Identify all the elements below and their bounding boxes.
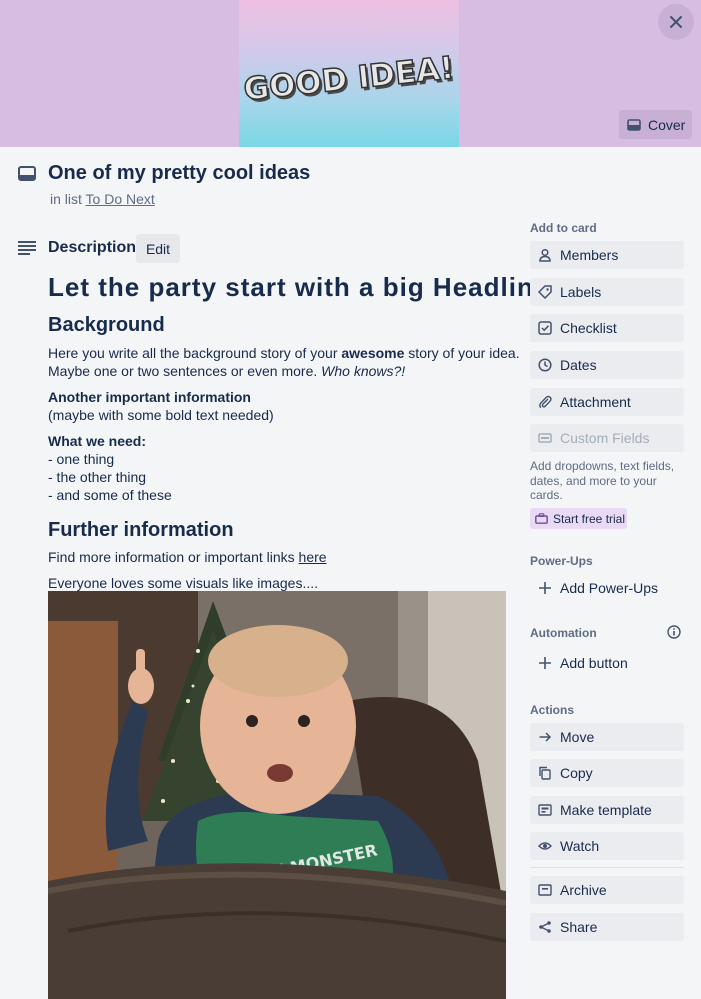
paperclip-icon — [539, 395, 552, 409]
share-label: Share — [560, 919, 598, 935]
description-heading: Description — [48, 239, 137, 256]
need-heading: What we need: — [48, 433, 147, 449]
move-label: Move — [560, 729, 595, 745]
info-icon[interactable] — [667, 625, 681, 639]
description-headline: Let the party start with a big Headline! — [48, 272, 559, 302]
further-text: Find more information or important links — [48, 549, 299, 565]
card-title[interactable]: One of my pretty cool ideas — [48, 162, 310, 185]
background-text-bold: awesome — [341, 345, 405, 361]
automation-heading: Automation — [530, 626, 597, 640]
card-icon — [18, 166, 36, 181]
card-cover: GOOD IDEA! GOOD IDEA! Cover — [0, 0, 701, 147]
copy-icon — [539, 766, 551, 780]
background-text-c: Maybe one or two sentences or even more. — [48, 363, 322, 379]
checkbox-icon — [538, 321, 552, 335]
person-icon — [539, 248, 551, 262]
further-heading: Further information — [48, 519, 234, 541]
visuals-text: Everyone loves some visuals like images.… — [48, 575, 318, 591]
further-paragraph: Find more information or important links… — [48, 548, 327, 566]
arrow-right-icon — [539, 732, 552, 742]
briefcase-icon — [535, 513, 548, 524]
edit-description-button[interactable]: Edit — [136, 234, 180, 263]
cover-image: GOOD IDEA! GOOD IDEA! — [239, 0, 459, 147]
start-free-trial-button[interactable]: Start free trial — [530, 508, 627, 529]
in-list-prefix: in list — [50, 191, 82, 207]
cover-button-label: Cover — [648, 116, 686, 133]
list-name-link[interactable]: To Do Next — [86, 191, 155, 207]
further-link[interactable]: here — [299, 549, 327, 565]
make-template-label: Make template — [560, 802, 652, 818]
custom-fields-icon — [538, 433, 552, 443]
custom-fields-label: Custom Fields — [560, 430, 650, 446]
plus-icon — [539, 582, 551, 594]
background-text-b: story of your idea. — [404, 345, 520, 361]
watch-button[interactable]: Watch — [530, 832, 684, 860]
close-icon — [670, 16, 682, 28]
important-paragraph: Another important information (maybe wit… — [48, 388, 274, 424]
copy-label: Copy — [560, 765, 593, 781]
add-button-label: Add button — [560, 655, 628, 671]
share-icon — [539, 921, 551, 933]
cover-button[interactable]: Cover — [619, 110, 692, 139]
custom-fields-hint: Add dropdowns, text fields, dates, and m… — [530, 459, 675, 502]
power-ups-heading: Power-Ups — [530, 554, 593, 568]
close-button[interactable] — [658, 4, 694, 40]
archive-label: Archive — [560, 882, 607, 898]
members-button[interactable]: Members — [530, 241, 684, 269]
attachment-label: Attachment — [560, 394, 631, 410]
cover-icon — [627, 118, 641, 131]
actions-divider — [530, 867, 684, 868]
move-button[interactable]: Move — [530, 723, 684, 751]
archive-icon — [538, 884, 552, 896]
dates-button[interactable]: Dates — [530, 351, 684, 379]
background-text-italic: Who knows?! — [321, 363, 406, 379]
clock-icon — [538, 358, 552, 372]
need-item: - and some of these — [48, 487, 172, 503]
eye-icon — [538, 842, 552, 850]
attachment-button[interactable]: Attachment — [530, 388, 684, 416]
tag-icon — [538, 285, 552, 299]
add-button-button[interactable]: Add button — [530, 649, 684, 677]
description-image: LITTLE MONSTER — [48, 591, 506, 999]
important-note: (maybe with some bold text needed) — [48, 407, 274, 423]
need-item: - the other thing — [48, 469, 147, 485]
description-icon — [18, 241, 36, 255]
need-item: - one thing — [48, 451, 115, 467]
add-to-card-heading: Add to card — [530, 221, 597, 235]
labels-button[interactable]: Labels — [530, 278, 684, 306]
add-power-ups-button[interactable]: Add Power-Ups — [530, 574, 684, 602]
custom-fields-button[interactable]: Custom Fields — [530, 424, 684, 452]
start-free-trial-label: Start free trial — [553, 511, 626, 526]
copy-button[interactable]: Copy — [530, 759, 684, 787]
checklist-button[interactable]: Checklist — [530, 314, 684, 342]
in-list-line: in list To Do Next — [50, 191, 155, 207]
dates-label: Dates — [560, 357, 597, 373]
plus-icon — [539, 657, 551, 669]
share-button[interactable]: Share — [530, 913, 684, 941]
important-bold: Another important information — [48, 389, 251, 405]
actions-heading: Actions — [530, 703, 575, 717]
background-heading: Background — [48, 314, 165, 336]
watch-label: Watch — [560, 838, 600, 854]
labels-label: Labels — [560, 284, 602, 300]
background-text-a: Here you write all the background story … — [48, 345, 342, 361]
background-paragraph: Here you write all the background story … — [48, 344, 520, 380]
checklist-label: Checklist — [560, 320, 617, 336]
members-label: Members — [560, 247, 619, 263]
add-power-ups-label: Add Power-Ups — [560, 580, 659, 596]
need-list: What we need: - one thing - the other th… — [48, 432, 172, 504]
make-template-button[interactable]: Make template — [530, 796, 684, 824]
template-icon — [538, 804, 552, 816]
archive-button[interactable]: Archive — [530, 876, 684, 904]
